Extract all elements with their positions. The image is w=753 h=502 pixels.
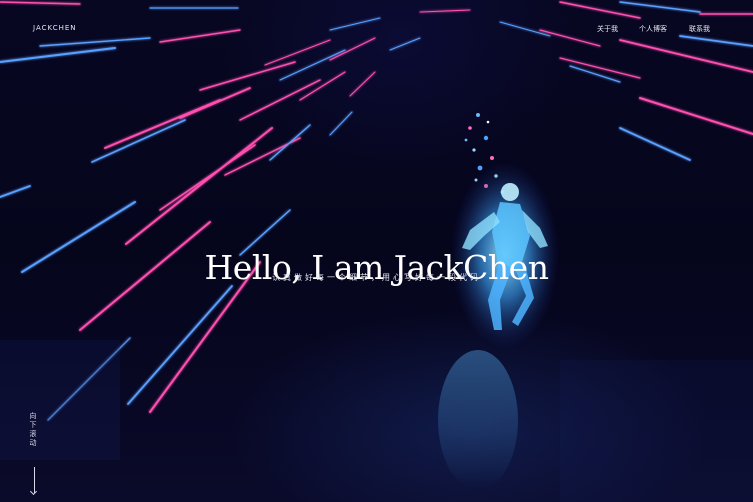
scroll-down-hint[interactable]: 向下滚动 (28, 412, 40, 496)
nav-item-contact[interactable]: 联系我 (689, 24, 710, 34)
hero-subtitle: 认真做好每一个细节，用心写好每一段代码 (272, 273, 481, 282)
nav-item-blog-label: 个人博客 (639, 25, 667, 33)
nav-item-about-label: 关于我 (597, 25, 618, 33)
scroll-down-label: 向下滚动 (29, 412, 37, 448)
nav-item-about[interactable]: 关于我 (597, 24, 618, 34)
nav-item-blog[interactable]: 个人博客 (639, 24, 667, 34)
site-logo[interactable]: JACKCHEN (33, 24, 77, 32)
nav-item-contact-label: 联系我 (689, 25, 710, 33)
